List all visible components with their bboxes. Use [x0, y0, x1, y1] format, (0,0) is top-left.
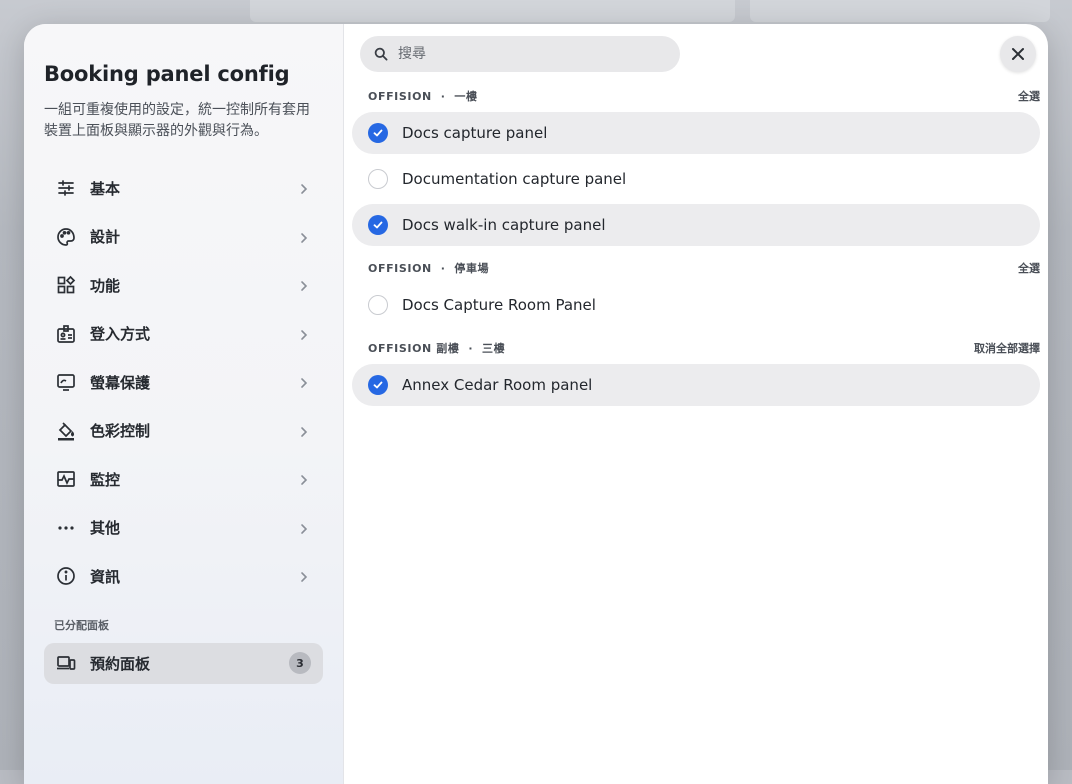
group-location: OFFISION 副樓	[368, 342, 460, 355]
search-bar[interactable]	[360, 36, 680, 72]
sidebar-item-label: 資訊	[90, 567, 121, 586]
sidebar-item-label: 設計	[90, 228, 121, 247]
group-title: OFFISION 副樓 · 三樓	[368, 340, 505, 356]
close-button[interactable]	[1000, 36, 1036, 72]
sidebar: Booking panel config 一組可重複使用的設定，統一控制所有套用…	[24, 24, 344, 784]
checkbox-checked[interactable]	[368, 375, 388, 395]
checkbox-unchecked[interactable]	[368, 295, 388, 315]
chevron-right-icon	[297, 278, 311, 292]
info-icon	[56, 566, 76, 586]
more-icon	[56, 518, 76, 538]
sidebar-item-5[interactable]: 色彩控制	[44, 407, 323, 456]
panel-name: Docs capture panel	[402, 124, 548, 142]
panel-name: Documentation capture panel	[402, 170, 627, 188]
sidebar-item-0[interactable]: 基本	[44, 164, 323, 213]
group-title: OFFISION · 停車場	[368, 260, 489, 276]
chevron-right-icon	[297, 327, 311, 341]
search-icon	[374, 47, 388, 61]
group-location: OFFISION	[368, 262, 432, 275]
group-header: OFFISION 副樓 · 三樓 取消全部選擇	[352, 338, 1040, 358]
sidebar-item-6[interactable]: 監控	[44, 455, 323, 504]
panel-groups: OFFISION · 一樓 全選 Docs capture panel Documen…	[352, 86, 1040, 406]
chevron-right-icon	[297, 569, 311, 583]
panel-name: Annex Cedar Room panel	[402, 376, 593, 394]
sidebar-item-label: 功能	[90, 276, 121, 295]
select-all-button[interactable]: 全選	[1018, 88, 1040, 104]
select-all-button[interactable]: 全選	[1018, 260, 1040, 276]
group-floor: 停車場	[454, 262, 490, 275]
assigned-section-label: 已分配面板	[54, 618, 109, 632]
panel-row[interactable]: Annex Cedar Room panel	[352, 364, 1040, 406]
sliders-icon	[56, 178, 76, 198]
backdrop-strip	[750, 0, 1050, 22]
sidebar-item-label: 螢幕保護	[90, 373, 151, 392]
monitoring-icon	[56, 469, 76, 489]
badge-icon	[56, 324, 76, 344]
sidebar-item-label: 色彩控制	[90, 422, 151, 441]
sidebar-item-7[interactable]: 其他	[44, 504, 323, 553]
sidebar-item-label: 預約面板	[90, 654, 151, 673]
search-input[interactable]	[398, 46, 658, 62]
sidebar-item-label: 基本	[90, 179, 121, 198]
sidebar-item-4[interactable]: 螢幕保護	[44, 358, 323, 407]
panel-row[interactable]: Documentation capture panel	[352, 158, 1040, 200]
panel-row[interactable]: Docs walk-in capture panel	[352, 204, 1040, 246]
paint-bucket-icon	[56, 421, 76, 441]
checkmark-icon	[372, 219, 384, 231]
checkmark-icon	[372, 379, 384, 391]
group-location: OFFISION	[368, 90, 432, 103]
panel-row[interactable]: Docs Capture Room Panel	[352, 284, 1040, 326]
palette-icon	[56, 227, 76, 247]
panel-name: Docs walk-in capture panel	[402, 216, 606, 234]
group-title: OFFISION · 一樓	[368, 88, 478, 104]
sidebar-item-2[interactable]: 功能	[44, 261, 323, 310]
sidebar-item-3[interactable]: 登入方式	[44, 310, 323, 359]
sidebar-item-1[interactable]: 設計	[44, 213, 323, 262]
chevron-right-icon	[297, 521, 311, 535]
config-modal: Booking panel config 一組可重複使用的設定，統一控制所有套用…	[24, 24, 1048, 784]
chevron-right-icon	[297, 181, 311, 195]
sidebar-item-label: 登入方式	[90, 325, 151, 344]
select-all-button[interactable]: 取消全部選擇	[974, 340, 1040, 356]
screen-icon	[56, 372, 76, 392]
panel-name: Docs Capture Room Panel	[402, 296, 596, 314]
checkbox-unchecked[interactable]	[368, 169, 388, 189]
checkbox-checked[interactable]	[368, 123, 388, 143]
panel-row[interactable]: Docs capture panel	[352, 112, 1040, 154]
sidebar-item-label: 其他	[90, 519, 121, 538]
devices-icon	[56, 653, 76, 673]
chevron-right-icon	[297, 424, 311, 438]
group-header: OFFISION · 一樓 全選	[352, 86, 1040, 106]
separator: ·	[459, 342, 482, 355]
chevron-right-icon	[297, 472, 311, 486]
chevron-right-icon	[297, 230, 311, 244]
group-floor: 一樓	[454, 90, 478, 103]
page-title: Booking panel config	[44, 62, 290, 86]
group-floor: 三樓	[481, 342, 506, 355]
sidebar-item-assigned-panels[interactable]: 預約面板 3	[44, 642, 323, 684]
chevron-right-icon	[297, 375, 311, 389]
group-header: OFFISION · 停車場 全選	[352, 258, 1040, 278]
panel-picker: OFFISION · 一樓全選Docs capture panelDocumen…	[344, 24, 1048, 784]
sidebar-item-label: 監控	[90, 470, 121, 489]
backdrop-strip	[250, 0, 735, 22]
page-description: 一組可重複使用的設定，統一控制所有套用裝置上面板與顯示器的外觀與行為。	[44, 102, 310, 139]
close-icon	[1011, 47, 1025, 61]
separator: ·	[431, 90, 455, 103]
count-badge: 3	[289, 652, 311, 674]
checkbox-checked[interactable]	[368, 215, 388, 235]
checkmark-icon	[372, 127, 384, 139]
sidebar-nav: 基本設計功能登入方式螢幕保護色彩控制監控其他資訊	[44, 164, 323, 601]
widgets-icon	[56, 275, 76, 295]
separator: ·	[431, 262, 455, 275]
sidebar-item-8[interactable]: 資訊	[44, 552, 323, 601]
